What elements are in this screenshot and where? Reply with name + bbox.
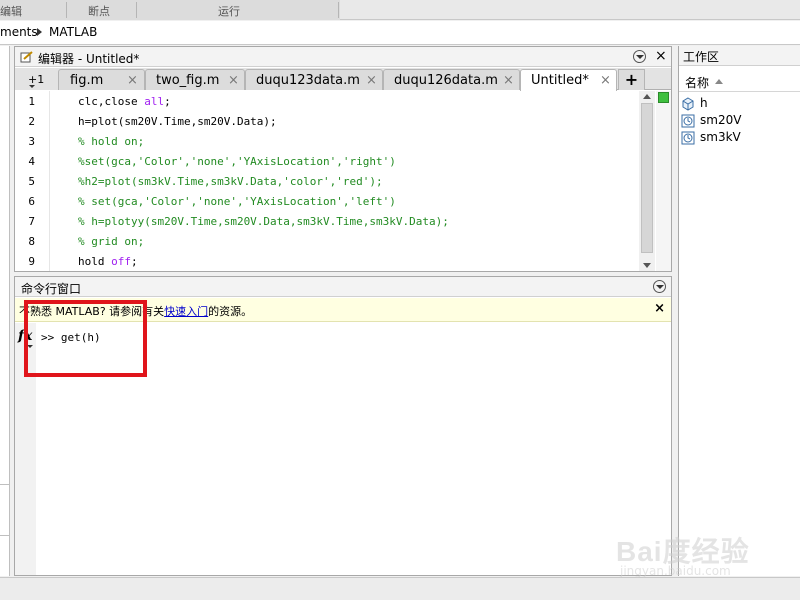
section-run-label: 运行 (218, 5, 240, 18)
tab-two-fig-m[interactable]: two_fig.m × (145, 69, 245, 90)
command-window-actions-icon[interactable] (653, 280, 666, 293)
line-number: 9 (28, 255, 35, 268)
editor-title: 编辑器 - Untitled* (38, 52, 140, 66)
timeseries-icon (681, 114, 695, 128)
details-panel (0, 484, 9, 536)
section-divider (338, 2, 339, 18)
sort-ascending-icon (715, 79, 723, 84)
baidu-jingyan-watermark: Bai度经验 jingyan.baidu.com (612, 520, 762, 582)
highlight-annotation-box (24, 300, 147, 377)
line-number-gutter: 1 2 3 4 5 6 7 8 9 (15, 91, 50, 271)
tab-label: two_fig.m (156, 73, 220, 88)
tab-fig-m[interactable]: fig.m × (58, 69, 145, 90)
close-icon[interactable]: × (127, 73, 138, 88)
workspace-name-column-header[interactable]: 名称 (679, 70, 800, 92)
scroll-down-icon[interactable] (643, 263, 651, 268)
code-line-5[interactable]: %h2=plot(sm3kV.Time,sm3kV.Data,'color','… (78, 175, 383, 188)
line-number: 8 (28, 235, 35, 248)
code-analyzer-bar (656, 91, 671, 271)
editor-panel: 编辑器 - Untitled* × +1 fig.m × two_fig.m ×… (14, 46, 672, 272)
close-icon[interactable]: × (228, 73, 239, 88)
tab-label: duqu126data.m (394, 73, 498, 88)
code-analyzer-ok-indicator[interactable] (658, 92, 669, 103)
section-divider (66, 2, 67, 18)
command-window-title: 命令行窗口 (21, 282, 82, 296)
code-line-7[interactable]: % h=plotyy(sm20V.Time,sm20V.Data,sm3kV.T… (78, 215, 449, 228)
path-separator-icon (37, 28, 42, 36)
toolstrip-section-labels: 编辑 断点 运行 (0, 0, 800, 20)
section-divider (136, 2, 137, 18)
workspace-panel: 工作区 名称 h sm20V sm3kV (678, 46, 800, 576)
graphics-object-icon (682, 97, 694, 111)
line-number: 1 (28, 95, 35, 108)
tab-duqu126data-m[interactable]: duqu126data.m × (383, 69, 520, 90)
line-number: 3 (28, 135, 35, 148)
path-segment-documents[interactable]: ments (0, 25, 38, 39)
close-icon[interactable]: × (366, 73, 377, 88)
variable-name: sm3kV (700, 130, 741, 144)
code-keyword: all (144, 95, 165, 108)
line-number: 7 (28, 215, 35, 228)
code-line-9[interactable]: hold off; (78, 255, 138, 268)
notice-close-icon[interactable]: × (654, 301, 665, 316)
line-number: 4 (28, 155, 35, 168)
new-tab-button[interactable]: + (618, 69, 645, 90)
chevron-down-icon (29, 85, 35, 88)
current-folder-bar[interactable]: ments MATLAB (0, 21, 800, 45)
code-line-6[interactable]: % set(gca,'Color','none','YAxisLocation'… (78, 195, 396, 208)
code-text: hold (78, 255, 112, 268)
pencil-icon (20, 51, 33, 63)
notice-suffix: 的资源。 (208, 305, 253, 318)
line-number: 2 (28, 115, 35, 128)
toolstrip-strip (0, 0, 340, 20)
editor-actions-menu-icon[interactable] (633, 50, 646, 63)
code-line-3[interactable]: % hold on; (78, 135, 144, 148)
tab-overflow[interactable]: +1 (15, 69, 58, 90)
path-segment-matlab[interactable]: MATLAB (49, 25, 97, 39)
current-folder-panel (0, 46, 10, 576)
editor-scrollbar[interactable] (639, 91, 655, 271)
tab-label: Untitled* (531, 73, 589, 88)
line-number: 6 (28, 195, 35, 208)
code-line-1[interactable]: clc,close all; (78, 95, 171, 108)
editor-titlebar: 编辑器 - Untitled* × (15, 47, 671, 67)
code-text: ; (164, 95, 171, 108)
tab-label: fig.m (70, 73, 104, 88)
section-edit-label: 编辑 (0, 5, 22, 18)
timeseries-icon (681, 131, 695, 145)
tab-label: duqu123data.m (256, 73, 360, 88)
code-line-4[interactable]: %set(gca,'Color','none','YAxisLocation',… (78, 155, 396, 168)
workspace-title: 工作区 (683, 50, 720, 64)
tab-untitled[interactable]: Untitled* × (520, 69, 617, 91)
section-breakpoints-label: 断点 (88, 5, 110, 18)
editor-close-icon[interactable]: × (655, 48, 667, 64)
variable-name: h (700, 96, 708, 110)
code-keyword: off (111, 255, 131, 268)
getting-started-link[interactable]: 快速入门 (164, 305, 208, 318)
editor-tabs: +1 fig.m × two_fig.m × duqu123data.m × d… (15, 68, 671, 91)
workspace-variable-sm3kv[interactable]: sm3kV (681, 129, 799, 146)
watermark-url: jingyan.baidu.com (620, 564, 731, 578)
workspace-variable-h[interactable]: h (681, 95, 799, 112)
variable-name: sm20V (700, 113, 742, 127)
code-text: ; (131, 255, 138, 268)
workspace-variable-sm20v[interactable]: sm20V (681, 112, 799, 129)
code-line-2[interactable]: h=plot(sm20V.Time,sm20V.Data); (78, 115, 277, 128)
scroll-up-icon[interactable] (643, 94, 651, 99)
command-window-titlebar: 命令行窗口 (15, 277, 671, 297)
column-header-label: 名称 (685, 76, 710, 90)
line-number: 5 (28, 175, 35, 188)
tab-duqu123data-m[interactable]: duqu123data.m × (245, 69, 383, 90)
code-text: clc,close (78, 95, 145, 108)
scrollbar-thumb[interactable] (641, 103, 653, 253)
code-line-8[interactable]: % grid on; (78, 235, 144, 248)
workspace-titlebar: 工作区 (679, 46, 800, 66)
close-icon[interactable]: × (503, 73, 514, 88)
close-icon[interactable]: × (600, 73, 611, 88)
